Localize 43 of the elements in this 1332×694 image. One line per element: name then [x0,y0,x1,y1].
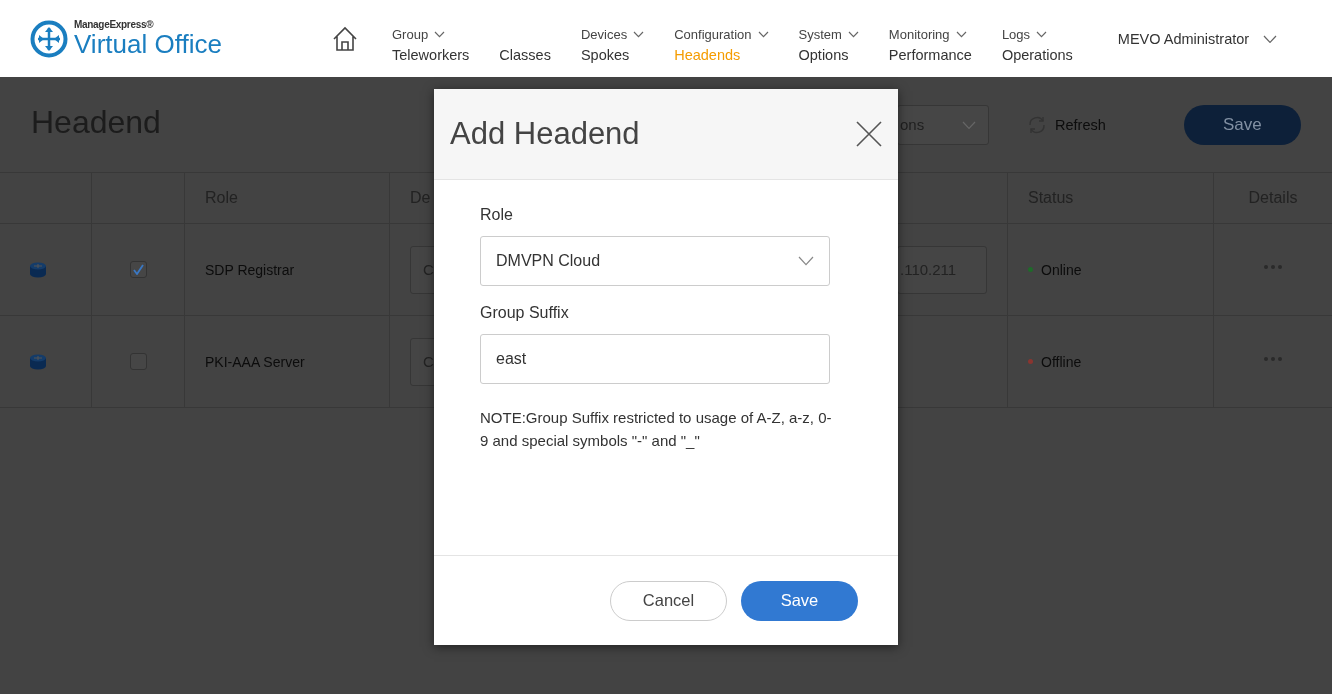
save-button[interactable]: Save [1183,104,1301,145]
nav-group-label[interactable]: Devices [580,27,628,42]
input-field[interactable]: east [480,334,830,384]
caret-icon [962,120,976,129]
router-icon [29,353,47,370]
dialog-title: Add Headend [450,116,640,152]
role-dropdown[interactable]: DMVPN Cloud [480,236,830,286]
nav-item[interactable]: Performance [888,47,972,63]
caret-icon [434,31,446,38]
caret-icon [1263,34,1278,43]
logo-icon [30,19,68,58]
nav-group-label[interactable]: Configuration [674,27,752,42]
more-icon[interactable] [1263,264,1283,270]
caret-icon [757,31,769,38]
nav-group-label[interactable]: Logs [1001,27,1031,42]
cancel-button[interactable]: Cancel [610,580,727,621]
caret-icon [1036,31,1048,38]
more-icon[interactable] [1263,356,1283,362]
nav-group-label[interactable]: System [798,27,842,42]
nav-item[interactable]: Spokes [580,47,645,63]
logo-product: Virtual Office [74,29,222,58]
table-cell: PKI-AAA Server [205,353,305,370]
field-label: Role [480,206,513,224]
nav-item[interactable]: Operations [1001,47,1073,63]
nav-item[interactable]: Classes [499,47,551,63]
nav-item[interactable]: Teleworkers [392,47,470,63]
router-icon [29,261,47,278]
logo-brand: ManageExpress® [74,19,155,30]
caret-icon [955,31,967,38]
home-icon[interactable] [332,25,358,52]
nav-group-label[interactable]: Group [392,27,429,42]
caret-icon [633,31,645,38]
caret-icon [847,31,859,38]
table-cell: SDP Registrar [205,261,295,278]
user-menu[interactable]: MEVO Administrator [1117,30,1250,47]
note-text: NOTE:Group Suffix restricted to usage of A-Z, a-z, 0-9 and special symbols "-" and "_" [480,408,833,451]
nav-group-label[interactable]: Monitoring [888,27,950,42]
checkbox[interactable] [129,261,147,278]
caret-icon [798,256,814,266]
close-button[interactable] [856,121,882,147]
nav-item[interactable]: Options [798,47,859,63]
save-button[interactable]: Save [741,580,858,621]
field-label: Group Suffix [480,304,569,322]
